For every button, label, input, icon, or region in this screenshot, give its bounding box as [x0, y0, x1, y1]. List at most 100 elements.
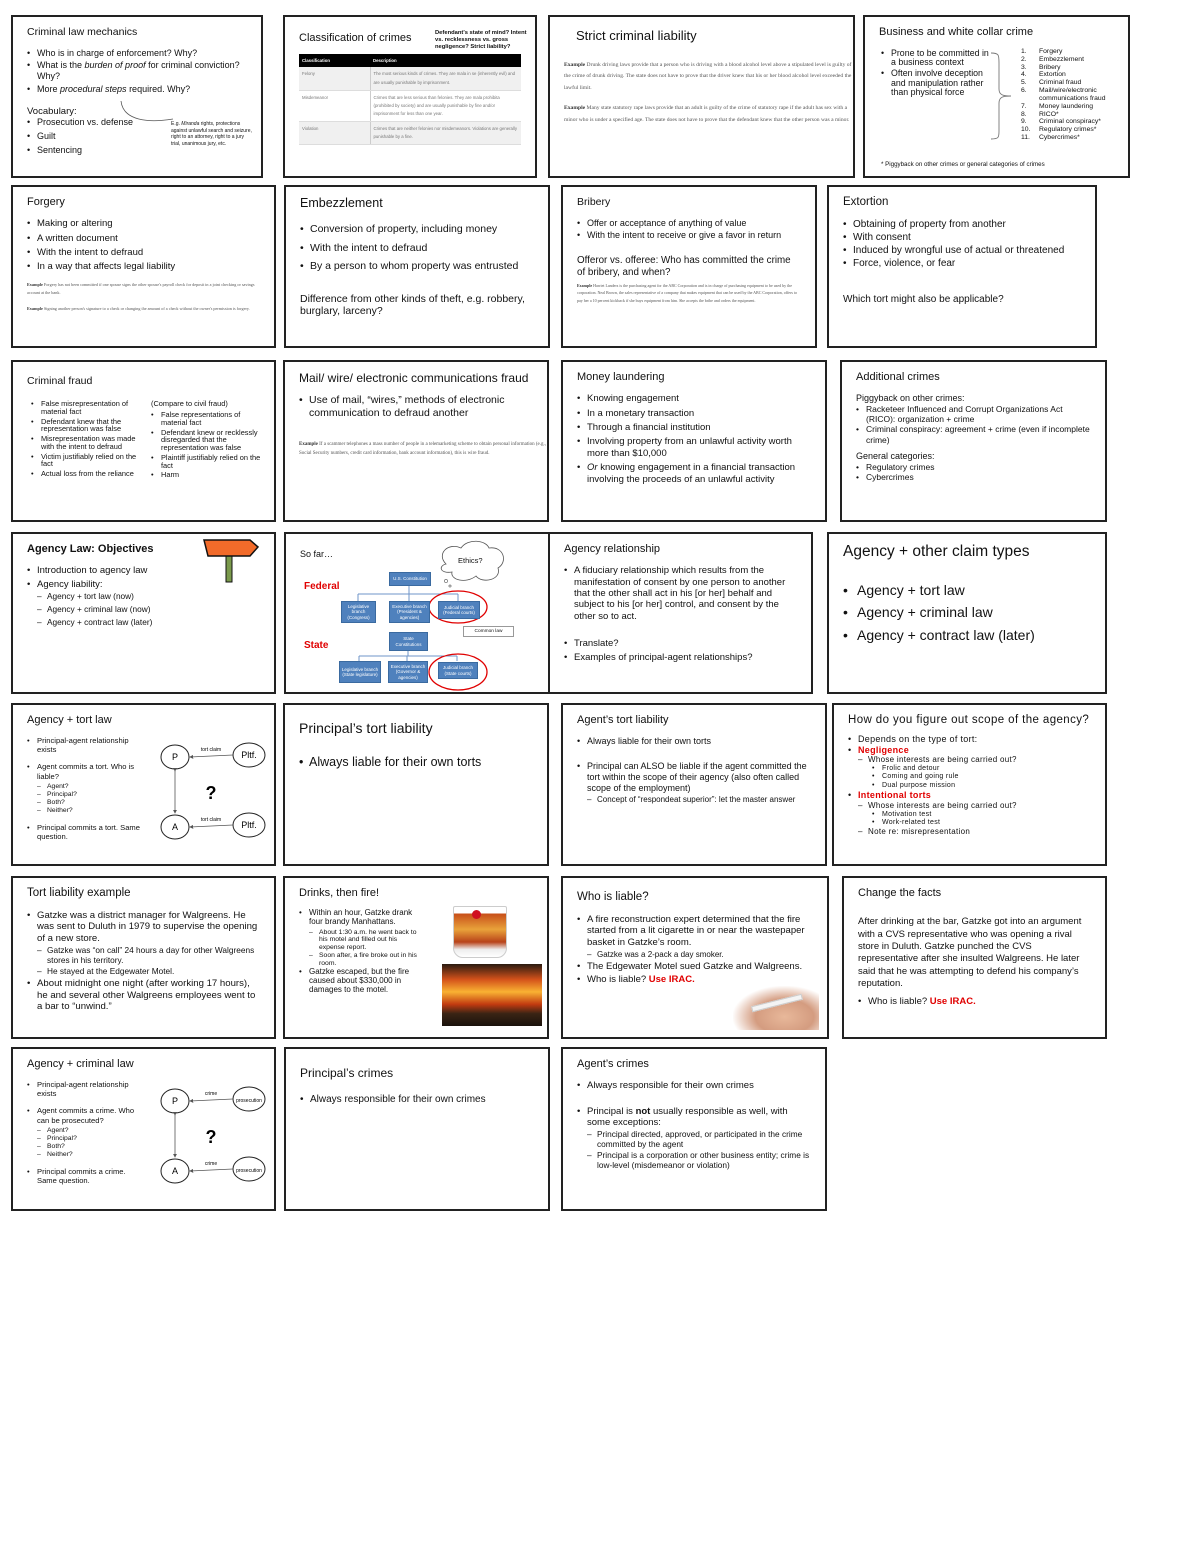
list-item: About midnight one night (after working …	[27, 978, 260, 1013]
list-item: Note re: misrepresentation	[858, 827, 1091, 837]
list-item: Negligence	[848, 745, 1091, 756]
state-constitutions-box: State Constitutions	[389, 632, 428, 651]
bullet-list: Translate? Examples of principal-agent re…	[564, 638, 797, 663]
list-item: Force, violence, or fear	[843, 258, 1081, 270]
agent-node-label: A	[172, 822, 178, 832]
table-row: Felony The most serious kinds of crimes. …	[299, 67, 521, 91]
list-item: Intentional torts	[848, 790, 1091, 801]
slide: Principal’s tort liability Always liable …	[283, 703, 549, 866]
slide: Strict criminal liability Example Drunk d…	[548, 15, 855, 178]
slide-title: Forgery	[27, 196, 65, 208]
bullet-list: False misrepresentation of material fact…	[31, 400, 139, 480]
list-item: Regulatory crimes	[856, 462, 1091, 472]
slide-title: Change the facts	[858, 887, 942, 899]
slide-title: Strict criminal liability	[576, 28, 697, 43]
slide: Forgery Making or altering A written docum…	[11, 185, 276, 348]
list-item: Plaintiff justifiably relied on the fact	[151, 454, 263, 470]
slide: So far… U.S. Constitution Legislative bran…	[284, 532, 550, 694]
list-item: Whose interests are being carried out?	[858, 801, 1091, 811]
common-law-box: Common law	[463, 626, 514, 637]
slide-title: Agency + other claim types	[843, 543, 1030, 560]
claim-label: crime	[205, 1161, 217, 1167]
table-header-row: Classification Description	[299, 54, 521, 68]
list-item: Conversion of property, including money	[300, 223, 534, 236]
list-item: Concept of “respondeat superior”: let th…	[587, 795, 811, 805]
slide: Bribery Offer or acceptance of anything o…	[561, 185, 817, 348]
example-text: Example Drunk driving laws provide that …	[564, 60, 853, 95]
bullet-list: A fire reconstruction expert determined …	[577, 914, 813, 986]
example-body: Many state statutory rape laws provide t…	[564, 104, 850, 123]
text-run: required. Why?	[126, 83, 191, 94]
slide-title: Business and white collar crime	[879, 26, 1034, 38]
bullet-list: Offer or acceptance of anything of value…	[577, 218, 801, 242]
list-item: Criminal conspiracy*	[1021, 118, 1128, 126]
slide: Agent’s tort liability Always liable for …	[561, 703, 827, 866]
list-item: Or knowing engagement in a financial tra…	[577, 462, 811, 485]
thought-bubble	[448, 584, 452, 588]
list-item: Criminal fraud	[1021, 79, 1128, 87]
claim-label: tort claim	[201, 747, 221, 753]
list-item: Agent commits a tort. Who is liable?	[27, 762, 147, 780]
paragraph: Offeror vs. offeree: Who has committed t…	[577, 255, 791, 278]
list-item: Gatzke was a 2-pack a day smoker.	[587, 950, 813, 960]
column-header: Classification	[299, 54, 371, 68]
text-run: Negligence	[858, 744, 910, 755]
state-legislative-box: Legislative branch (State legislature)	[339, 661, 381, 683]
slide: Business and white collar crime Prone to …	[863, 15, 1130, 178]
text-run: not	[635, 1105, 651, 1117]
example-body: Forgery has not been committed if one sp…	[27, 281, 255, 295]
list-item: A fire reconstruction expert determined …	[577, 914, 813, 948]
text-run: knowing engagement in a financial transa…	[587, 462, 796, 485]
list-item: Agent commits a crime. Who can be prosec…	[27, 1106, 147, 1124]
list-item: Who is in charge of enforcement? Why?	[27, 48, 247, 59]
example-body: If a scammer telephones a mass number of…	[299, 441, 547, 457]
list-item: Principal?	[37, 791, 147, 799]
list-item: He stayed at the Edgewater Motel.	[37, 966, 260, 977]
thought-bubble	[444, 579, 448, 583]
slide-title: Criminal law mechanics	[27, 26, 138, 38]
example-label: Example	[27, 281, 43, 287]
list-item: Within an hour, Gatzke drank four brandy…	[299, 908, 417, 927]
bullet-list: Always responsible for their own crimes	[300, 1094, 534, 1106]
claim-arrow	[189, 1168, 234, 1173]
principal-agent-diagram: P Aprosecution prosecution crime crime?	[160, 1086, 266, 1184]
slide: Tort liability example Gatzke was a distr…	[11, 876, 276, 1039]
slide: Agency + other claim types Agency + tort …	[827, 532, 1107, 694]
list-item: Making or altering	[27, 218, 260, 230]
classification-table: Classification Description Felony The most …	[299, 54, 521, 146]
slide: Embezzlement Conversion of property, incl…	[284, 185, 550, 348]
slide-title: Extortion	[843, 196, 889, 208]
list-item: With consent	[843, 232, 1081, 244]
bullet-list: Principal-agent relationship exists Agent…	[27, 736, 147, 841]
bullet-list: Always liable for their own torts	[577, 736, 811, 747]
text-run: Who is liable?	[868, 996, 930, 1008]
callout-connector	[120, 101, 174, 122]
bullet-list: Always liable for their own torts	[299, 755, 533, 770]
slide-title: Mail/ wire/ electronic communications fr…	[299, 371, 529, 385]
example-text: Example Signing another person's signatu…	[27, 305, 260, 313]
paragraph: General categories:	[856, 450, 935, 461]
list-item: Examples of principal-agent relationship…	[564, 652, 797, 664]
paragraph: * Piggyback on other crimes or general c…	[881, 160, 1045, 168]
text-run: procedural steps	[60, 83, 127, 94]
list-item: Principal can ALSO be liable if the agen…	[577, 761, 811, 793]
slide: Who is liable? A fire reconstruction expe…	[561, 876, 829, 1039]
list-item: Agency + tort law (now)	[37, 591, 260, 602]
column-header: Description	[370, 54, 521, 68]
example-text: Example Many state statutory rape laws p…	[564, 103, 853, 126]
slide: Drinks, then fire! Within an hour, Gatzke…	[283, 876, 549, 1039]
list-item: Principal-agent relationship exists	[27, 1080, 147, 1098]
slide-title: Money laundering	[577, 371, 665, 383]
slide: How do you figure out scope of the agenc…	[832, 703, 1107, 866]
list-item: Forgery	[1021, 48, 1128, 56]
list-item: Translate?	[564, 638, 797, 650]
list-item: Mail/wire/electronic communications frau…	[1021, 87, 1128, 103]
bullet-list: ForgeryEmbezzlementBriberyExtortionCrimi…	[1021, 48, 1128, 142]
slide-title: Agent’s crimes	[577, 1058, 649, 1070]
state-executive-box: Executive branch (Governor & agencies)	[388, 661, 428, 683]
table-cell: The most serious kinds of crimes. They a…	[370, 67, 521, 91]
list-item: Soon after, a fire broke out in his room…	[309, 952, 417, 967]
slide-title: Agent’s tort liability	[577, 714, 669, 726]
list-item: Always responsible for their own crimes	[300, 1094, 534, 1106]
signpost-icon	[203, 539, 260, 583]
